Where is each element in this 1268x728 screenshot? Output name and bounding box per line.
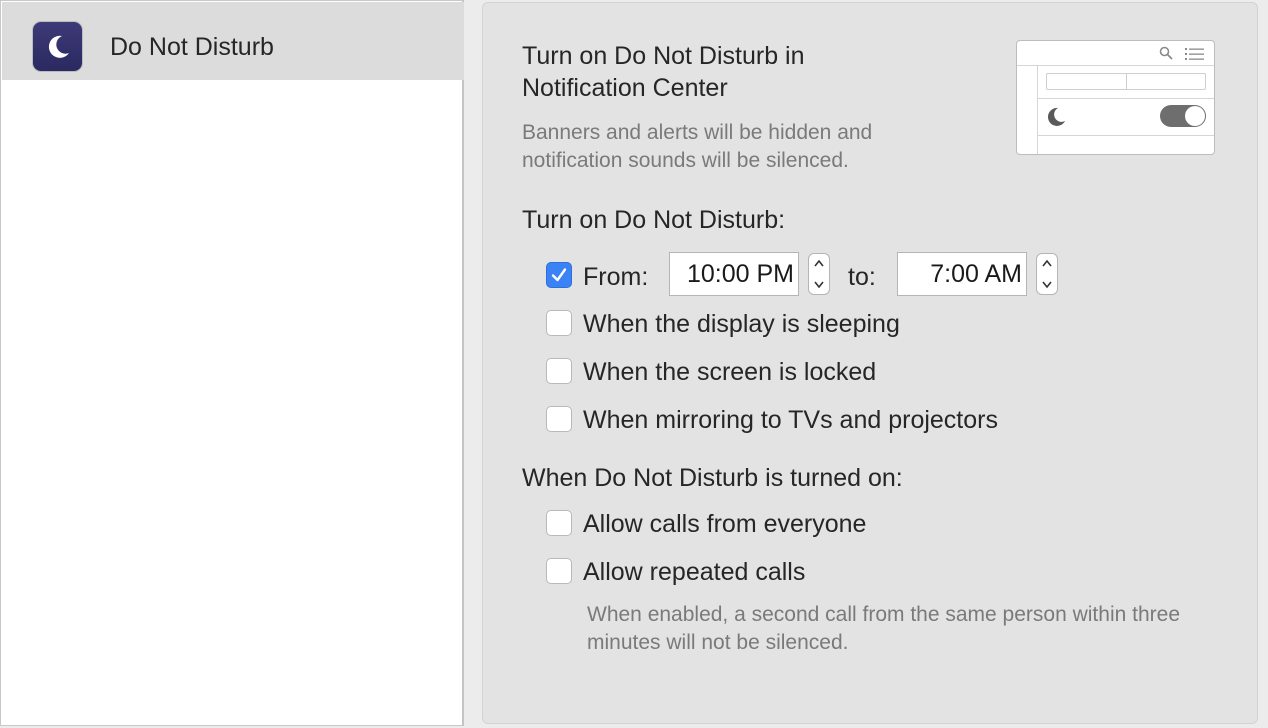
- schedule-heading: Turn on Do Not Disturb:: [522, 206, 786, 234]
- allow-repeated-calls-checkbox[interactable]: [546, 558, 572, 584]
- notification-center-heading: Turn on Do Not Disturb in Notification C…: [522, 42, 805, 102]
- list-icon: [1185, 47, 1205, 65]
- sidebar: Do Not Disturb: [0, 0, 464, 726]
- from-time-stepper[interactable]: [808, 253, 830, 295]
- sidebar-item-label: Do Not Disturb: [110, 33, 274, 61]
- from-checkbox[interactable]: [546, 262, 572, 288]
- mirroring-checkbox[interactable]: [546, 406, 572, 432]
- preview-toggle: [1160, 105, 1206, 127]
- moon-icon: [1045, 106, 1067, 133]
- from-label: From:: [583, 263, 649, 291]
- when-on-heading: When Do Not Disturb is turned on:: [522, 464, 903, 492]
- settings-panel: Turn on Do Not Disturb in Notification C…: [482, 2, 1258, 724]
- to-time-field[interactable]: 7:00 AM: [897, 252, 1027, 296]
- display-sleeping-label: When the display is sleeping: [583, 310, 900, 338]
- to-time-stepper[interactable]: [1036, 253, 1058, 295]
- notification-center-preview: [1016, 40, 1215, 155]
- repeated-calls-description: When enabled, a second call from the sam…: [587, 603, 1180, 654]
- moon-icon: [33, 22, 82, 71]
- from-time-field[interactable]: 10:00 PM: [669, 252, 799, 296]
- search-icon: [1159, 46, 1173, 65]
- allow-repeated-calls-label: Allow repeated calls: [583, 558, 806, 586]
- screen-locked-label: When the screen is locked: [583, 358, 877, 386]
- display-sleeping-checkbox[interactable]: [546, 310, 572, 336]
- preview-segmented-control: [1046, 73, 1206, 90]
- allow-calls-everyone-checkbox[interactable]: [546, 510, 572, 536]
- screen-locked-checkbox[interactable]: [546, 358, 572, 384]
- to-label: to:: [848, 263, 876, 291]
- sidebar-item-do-not-disturb[interactable]: Do Not Disturb: [2, 2, 464, 80]
- notification-center-description: Banners and alerts will be hidden and no…: [522, 121, 873, 172]
- allow-calls-everyone-label: Allow calls from everyone: [583, 510, 867, 538]
- preview-divider: [1037, 65, 1038, 154]
- mirroring-label: When mirroring to TVs and projectors: [583, 406, 998, 434]
